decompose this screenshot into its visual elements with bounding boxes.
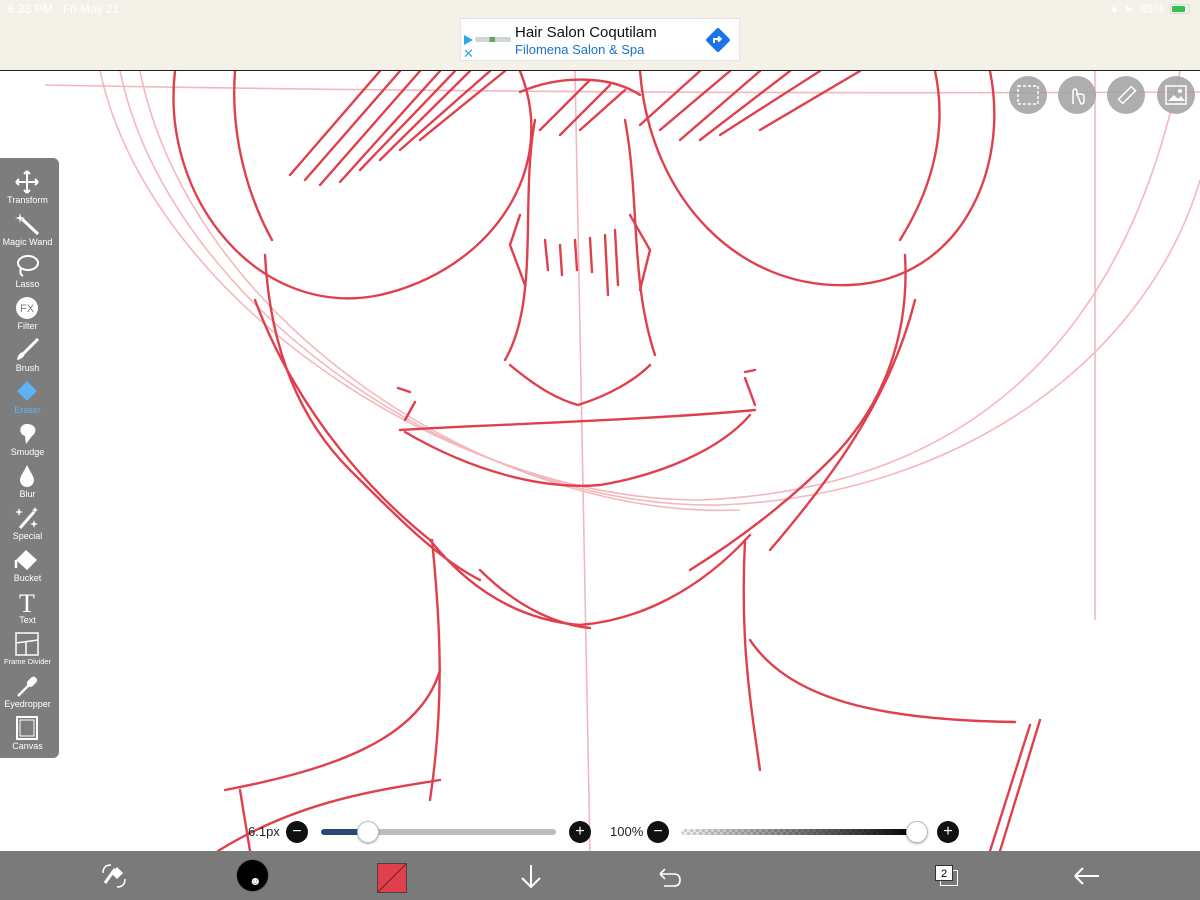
tool-label: Special [12,531,43,541]
selection-button[interactable] [1009,76,1047,114]
opacity-decrease-button[interactable]: − [647,821,669,843]
lasso-icon [17,255,39,277]
tool-brush[interactable]: Brush [0,334,55,376]
frame-divider-icon [15,632,39,656]
bottom-toolbar: ☻ [0,851,1200,900]
tool-label: Smudge [10,447,45,457]
opacity-value: 100% [610,824,644,839]
opacity-increase-button[interactable]: + [937,821,959,843]
ad-title[interactable]: Hair Salon Coqutilam [515,24,657,41]
brush-size-value: 6.1px [248,824,280,839]
top-banner: 6:23 PM Fri May 21 ● ➤ 85% ✕ Hair Salon … [0,0,1200,71]
tool-label: Brush [15,363,40,373]
ad-subtitle[interactable]: Filomena Salon & Spa [515,42,644,57]
tool-label: Frame Divider [3,657,52,666]
brush-size-badge-icon: ☻ [249,874,262,888]
tool-smudge[interactable]: Smudge [0,418,55,460]
tool-label: Eraser [14,405,41,415]
hand-button[interactable] [1058,76,1096,114]
move-arrows-icon [15,170,39,194]
svg-text:T: T [19,590,35,614]
tool-label: Transform [7,195,48,205]
bucket-icon [14,550,37,570]
back-button[interactable] [1069,859,1103,893]
tool-lasso[interactable]: Lasso [0,250,55,292]
material-button[interactable] [1157,76,1195,114]
tool-frame-divider[interactable]: Frame Divider [0,628,55,670]
tool-eyedropper[interactable]: Eyedropper [0,670,55,712]
tool-label: Text [19,615,36,625]
tool-eraser[interactable]: Eraser [0,376,55,418]
tool-label: Blur [19,489,36,499]
tool-magic-wand[interactable]: Magic Wand [0,208,55,250]
ad-choices-icon[interactable] [464,35,473,45]
svg-text:FX: FX [20,303,35,315]
battery-percent: 85% [1139,2,1164,16]
eyedropper-icon [17,676,38,697]
tool-canvas[interactable]: Canvas [0,712,55,754]
ad-logo [475,37,511,42]
tool-label: Bucket [13,573,42,583]
canvas-icon [16,716,38,740]
tool-text[interactable]: T Text [0,586,55,628]
ad-close-icon[interactable]: ✕ [463,47,474,60]
status-time: 6:23 PM Fri May 21 [8,2,120,16]
layers-button[interactable]: 2 [935,865,953,881]
smudge-icon [20,424,36,444]
tool-transform[interactable]: Transform [0,166,55,208]
tool-label: Filter [17,321,38,331]
battery-icon [1170,4,1190,14]
tool-palette: Transform Magic Wand Lasso FX Filter Bru… [0,158,59,758]
tool-special[interactable]: Special [0,502,55,544]
brush-size-thumb[interactable] [357,821,379,843]
eraser-icon [17,381,37,401]
hand-touch-icon [1072,88,1085,105]
brush-size-decrease-button[interactable]: − [286,821,308,843]
ad-banner[interactable]: ✕ Hair Salon Coqutilam Filomena Salon & … [460,18,740,61]
tool-label: Canvas [12,741,43,751]
location-icon: ➤ [1123,2,1134,16]
undo-button[interactable] [652,859,686,893]
droplet-icon [20,465,34,487]
fx-icon: FX [16,297,38,319]
ruler-icon [1117,85,1137,105]
brush-size-increase-button[interactable]: + [569,821,591,843]
opacity-thumb[interactable] [906,821,928,843]
color-swatch-icon [378,864,406,892]
text-icon: T [19,590,35,614]
tool-label: Lasso [15,279,40,289]
tool-blur[interactable]: Blur [0,460,55,502]
brush-icon [17,338,40,360]
brush-preview-button[interactable]: ☻ [236,859,269,892]
down-arrow-button[interactable] [514,859,548,893]
color-picker-button[interactable] [377,863,407,893]
magic-wand-icon [15,213,40,236]
wifi-icon: ● [1110,2,1118,16]
tool-filter[interactable]: FX Filter [0,292,55,334]
directions-icon[interactable] [705,27,731,53]
drawing-canvas[interactable] [0,71,1200,851]
sparkle-icon [15,507,38,529]
tool-label: Eyedropper [4,699,51,709]
tool-bucket[interactable]: Bucket [0,544,55,586]
tool-switch-button[interactable] [97,859,131,893]
image-icon [1165,85,1187,105]
selection-rect-icon [1017,85,1039,105]
tool-label: Magic Wand [2,237,53,247]
opacity-slider[interactable] [681,829,917,835]
status-indicators: ● ➤ 85% [1111,2,1190,16]
ruler-button[interactable] [1107,76,1145,114]
